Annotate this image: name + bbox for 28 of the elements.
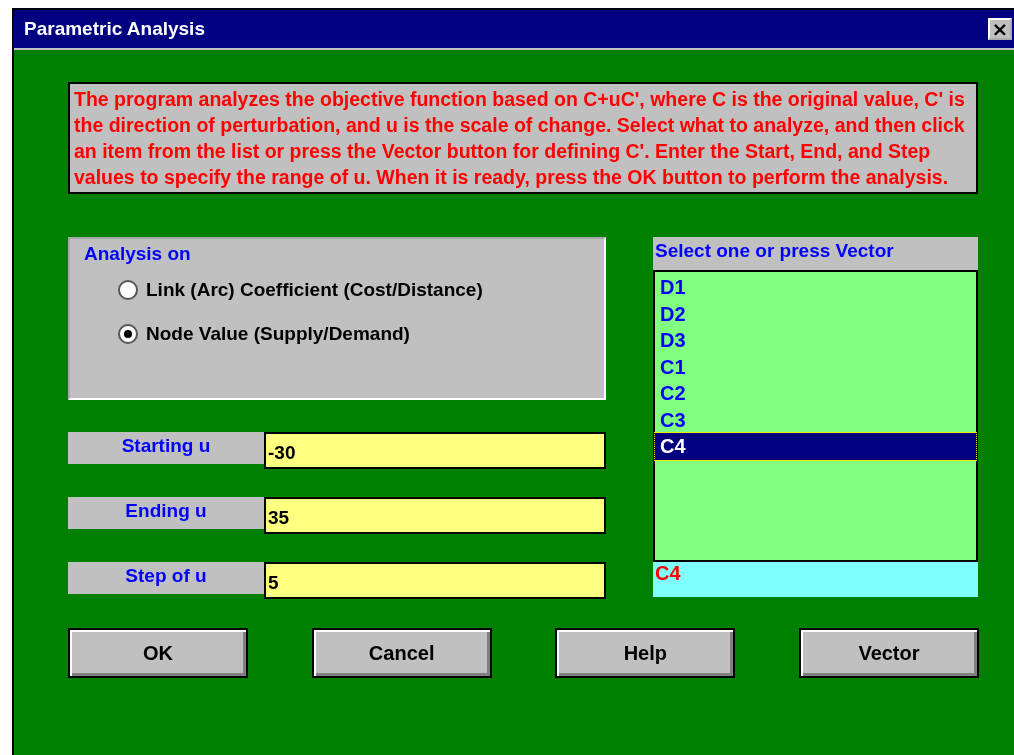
- input-field[interactable]: 35: [264, 497, 606, 534]
- window-title: Parametric Analysis: [24, 18, 206, 40]
- list-item[interactable]: C4: [655, 433, 976, 460]
- radio-option[interactable]: Node Value (Supply/Demand): [118, 323, 604, 345]
- list-item[interactable]: C2: [655, 380, 976, 407]
- dialog-button[interactable]: Vector: [798, 628, 979, 678]
- radio-option[interactable]: Link (Arc) Coefficient (Cost/Distance): [118, 279, 604, 301]
- list-header: Select one or press Vector: [653, 237, 978, 270]
- list-item[interactable]: D3: [655, 327, 976, 354]
- field-label: Ending u: [68, 497, 264, 529]
- list-item[interactable]: C1: [655, 353, 976, 380]
- input-field[interactable]: -30: [264, 432, 606, 469]
- list-item[interactable]: C3: [655, 406, 976, 433]
- list-item[interactable]: D1: [655, 274, 976, 301]
- field-label: Step of u: [68, 562, 264, 594]
- selected-value: C4: [653, 562, 978, 597]
- input-field[interactable]: 5: [264, 562, 606, 599]
- dialog-button[interactable]: Cancel: [311, 628, 492, 678]
- radio-label: Node Value (Supply/Demand): [146, 323, 410, 345]
- radio-button[interactable]: [118, 280, 138, 300]
- dialog-button[interactable]: Help: [555, 628, 736, 678]
- radio-button[interactable]: [118, 324, 138, 344]
- instructions-text: The program analyzes the objective function based on C+uC', where C is the original value, C' is the direction of perturbation, and u is the scale of change. Select what to analyze, and then click an item from the list or press the Vector button for defining C'. Enter the Start, End, and Step values to specify the range of u. When it is ready, press the OK button to perform the analysis.: [68, 82, 978, 194]
- close-button[interactable]: ×: [988, 18, 1012, 40]
- list-item[interactable]: D2: [655, 300, 976, 327]
- field-label: Starting u: [68, 432, 264, 464]
- dialog-button[interactable]: OK: [68, 628, 248, 678]
- radio-label: Link (Arc) Coefficient (Cost/Distance): [146, 279, 483, 301]
